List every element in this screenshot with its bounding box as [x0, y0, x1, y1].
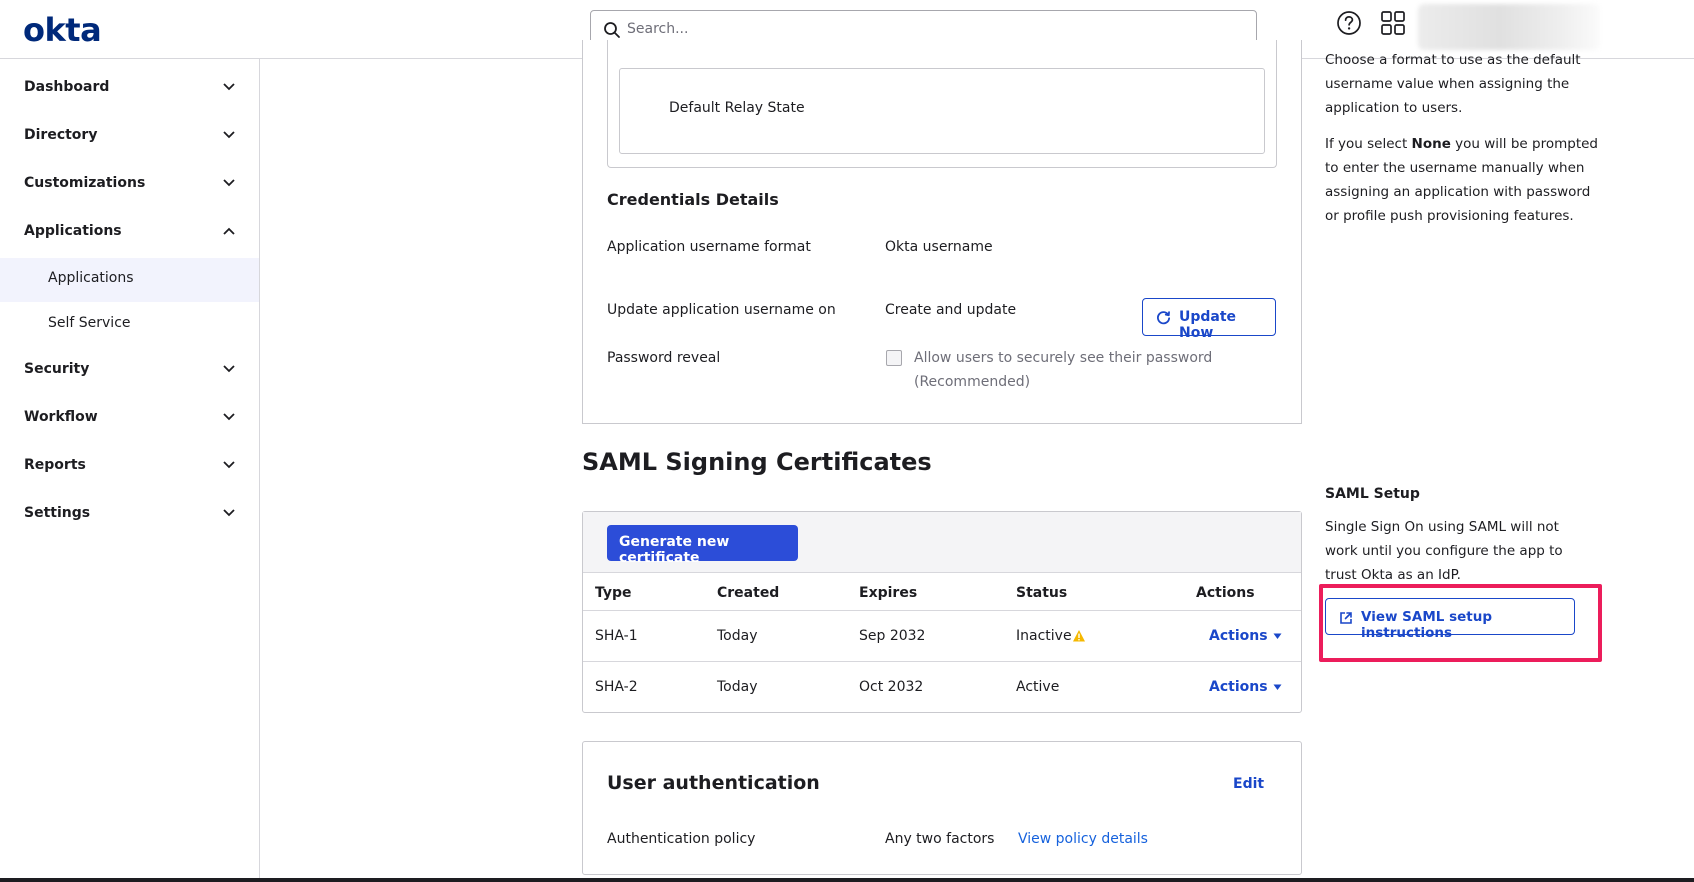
sidebar: Dashboard Directory Customizations Appli… [0, 59, 260, 882]
user-authentication-panel: User authentication Edit Authentication … [582, 741, 1302, 875]
sidebar-item-label: Settings [24, 505, 91, 521]
help-text: or profile push provisioning features. [1325, 208, 1574, 224]
update-username-label: Update application username on [607, 302, 836, 318]
help-text: If you select [1325, 136, 1412, 152]
auth-policy-label: Authentication policy [607, 831, 756, 847]
chevron-down-icon [223, 179, 235, 187]
column-header-created: Created [717, 585, 780, 601]
caret-down-icon [1273, 684, 1282, 690]
certs-toolbar: Generate new certificate [583, 512, 1301, 573]
column-header-actions: Actions [1196, 585, 1255, 601]
help-text: you will be prompted [1450, 136, 1598, 152]
sidebar-subitem-applications[interactable]: Applications [0, 258, 259, 302]
sidebar-item-reports[interactable]: Reports [0, 445, 259, 489]
sidebar-item-settings[interactable]: Settings [0, 493, 259, 537]
actions-label: Actions [1209, 679, 1268, 695]
help-text-bold: None [1411, 136, 1451, 152]
saml-setup-text: work until you configure the app to [1325, 543, 1563, 559]
sidebar-item-label: Directory [24, 127, 98, 143]
username-format-value: Okta username [885, 239, 993, 255]
sidebar-item-directory[interactable]: Directory [0, 115, 259, 159]
sign-on-settings-panel: Default Relay State Credentials Details … [582, 40, 1302, 424]
username-format-label: Application username format [607, 239, 811, 255]
user-auth-title: User authentication [607, 772, 820, 794]
cert-type: SHA-2 [595, 679, 638, 695]
actions-dropdown[interactable]: Actions [1209, 625, 1289, 647]
auth-policy-value: Any two factors [885, 831, 995, 847]
cert-status: Inactive [1016, 628, 1072, 644]
sidebar-subitem-label: Applications [48, 270, 134, 286]
help-text-none: If you select None you will be prompted [1325, 136, 1598, 152]
relay-state-box: Default Relay State [619, 68, 1265, 154]
help-text: username value when assigning the [1325, 76, 1570, 92]
sidebar-item-label: Dashboard [24, 79, 110, 95]
okta-logo[interactable]: okta [23, 11, 102, 49]
saml-setup-title: SAML Setup [1325, 486, 1420, 502]
saml-setup-text: trust Okta as an IdP. [1325, 567, 1461, 583]
table-row: SHA-1 Today Sep 2032 Inactive Actions [583, 611, 1301, 661]
refresh-icon [1157, 311, 1171, 325]
sidebar-item-security[interactable]: Security [0, 349, 259, 393]
chevron-down-icon [223, 413, 235, 421]
sidebar-subitem-self-service[interactable]: Self Service [0, 303, 259, 347]
chevron-down-icon [223, 461, 235, 469]
sidebar-item-workflow[interactable]: Workflow [0, 397, 259, 441]
edit-link[interactable]: Edit [1233, 776, 1264, 792]
chevron-up-icon [223, 227, 235, 235]
cert-expires: Oct 2032 [859, 679, 924, 695]
cert-type: SHA-1 [595, 628, 638, 644]
highlight-box [1319, 584, 1602, 662]
sidebar-subitem-label: Self Service [48, 315, 131, 331]
password-reveal-text-line2: (Recommended) [914, 374, 1031, 390]
user-menu-avatar[interactable] [1418, 4, 1600, 50]
generate-certificate-button[interactable]: Generate new certificate [607, 525, 798, 566]
password-reveal-label: Password reveal [607, 350, 721, 366]
actions-dropdown[interactable]: Actions [1209, 676, 1289, 698]
column-header-expires: Expires [859, 585, 918, 601]
cert-created: Today [717, 628, 758, 644]
saml-certs-title: SAML Signing Certificates [582, 448, 932, 476]
view-policy-details-link[interactable]: View policy details [1018, 831, 1148, 847]
update-username-value: Create and update [885, 302, 1017, 318]
help-text: assigning an application with password [1325, 184, 1591, 200]
sidebar-item-applications[interactable]: Applications [0, 211, 259, 255]
sidebar-item-label: Reports [24, 457, 86, 473]
chevron-down-icon [223, 365, 235, 373]
update-now-label: Update Now [1179, 309, 1237, 341]
chevron-down-icon [223, 509, 235, 517]
sidebar-item-label: Workflow [24, 409, 98, 425]
column-header-type: Type [595, 585, 632, 601]
help-text: application to users. [1325, 100, 1463, 116]
password-reveal-checkbox[interactable] [886, 350, 902, 366]
table-row: SHA-2 Today Oct 2032 Active Actions [583, 662, 1301, 712]
search-icon [604, 22, 620, 38]
saml-certs-panel: Generate new certificate Type Created Ex… [582, 511, 1302, 713]
update-now-button[interactable]: Update Now [1142, 298, 1276, 341]
sidebar-item-dashboard[interactable]: Dashboard [0, 67, 259, 111]
cert-status: Active [1016, 679, 1060, 695]
sidebar-item-label: Customizations [24, 175, 146, 191]
sidebar-item-label: Security [24, 361, 90, 377]
credentials-title: Credentials Details [607, 190, 779, 209]
warning-icon [1073, 630, 1085, 642]
cert-created: Today [717, 679, 758, 695]
sidebar-item-label: Applications [24, 223, 122, 239]
caret-down-icon [1273, 633, 1282, 639]
bottom-edge [0, 878, 1694, 882]
help-icon[interactable] [1336, 10, 1362, 36]
cert-expires: Sep 2032 [859, 628, 926, 644]
relay-state-label: Default Relay State [669, 100, 805, 116]
apps-grid-icon[interactable] [1380, 10, 1406, 36]
sidebar-item-customizations[interactable]: Customizations [0, 163, 259, 207]
help-text: to enter the username manually when [1325, 160, 1585, 176]
chevron-down-icon [223, 83, 235, 91]
saml-setup-text: Single Sign On using SAML will not [1325, 519, 1559, 535]
help-text: Choose a format to use as the default [1325, 52, 1581, 68]
chevron-down-icon [223, 131, 235, 139]
column-header-status: Status [1016, 585, 1068, 601]
actions-label: Actions [1209, 628, 1268, 644]
password-reveal-text-line1: Allow users to securely see their passwo… [914, 350, 1213, 366]
generate-certificate-label: Generate new certificate [619, 534, 730, 566]
